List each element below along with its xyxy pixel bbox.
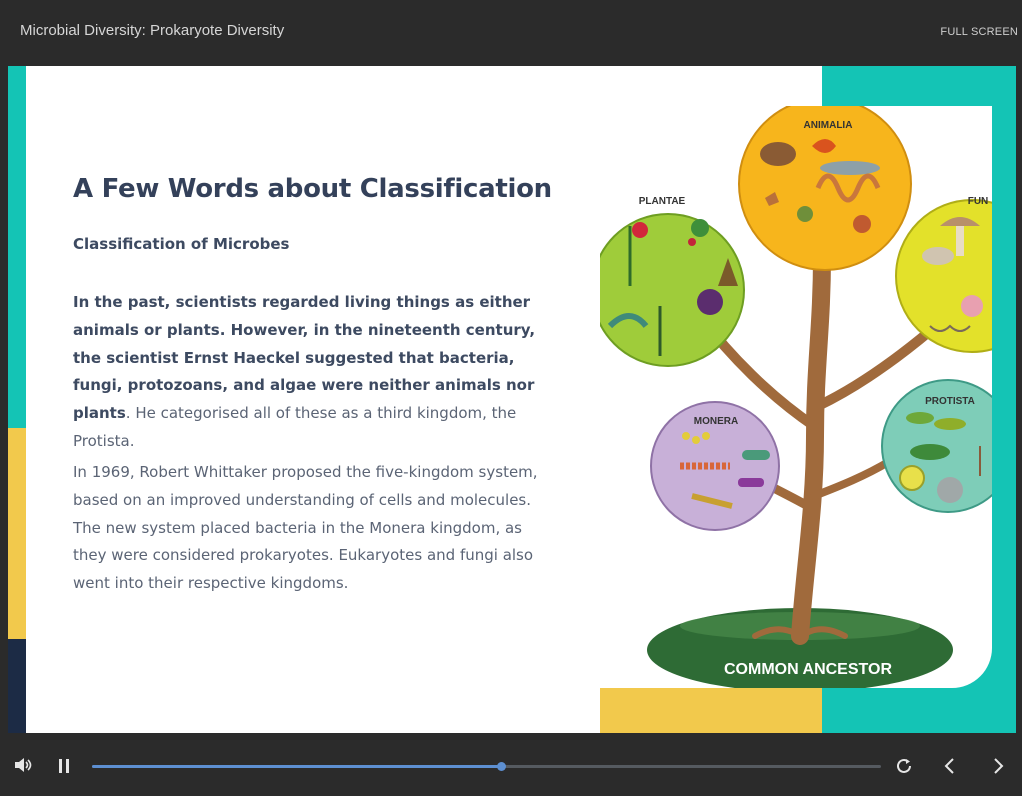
slide-subheading: Classification of Microbes bbox=[73, 235, 290, 253]
chevron-left-icon[interactable] bbox=[942, 757, 958, 779]
top-bar: Microbial Diversity: Prokaryote Diversit… bbox=[0, 0, 1022, 66]
slide-canvas: A Few Words about Classification Classif… bbox=[8, 66, 1016, 733]
paragraph-1-rest: . He categorised all of these as a third… bbox=[73, 404, 517, 450]
label-protista: PROTISTA bbox=[925, 396, 975, 407]
yellow-block bbox=[600, 688, 822, 733]
stripe-navy bbox=[8, 639, 26, 733]
replay-icon[interactable] bbox=[895, 757, 913, 779]
label-animalia: ANIMALIA bbox=[804, 120, 853, 131]
progress-bar[interactable] bbox=[92, 762, 881, 771]
slide-heading: A Few Words about Classification bbox=[73, 174, 552, 204]
course-title: Microbial Diversity: Prokaryote Diversit… bbox=[20, 22, 285, 39]
tree-of-life-illustration: ANIMALIA PLANTAE FUN MONERA PROTISTA COM… bbox=[600, 106, 992, 688]
plantae-bubble bbox=[600, 213, 745, 367]
pause-icon[interactable] bbox=[58, 758, 70, 778]
fullscreen-button[interactable]: FULL SCREEN bbox=[940, 26, 1018, 38]
volume-icon[interactable] bbox=[14, 757, 32, 777]
fungi-bubble bbox=[895, 199, 992, 353]
label-common-ancestor: COMMON ANCESTOR bbox=[724, 661, 892, 678]
progress-knob[interactable] bbox=[496, 762, 506, 771]
paragraph-2: In 1969, Robert Whittaker proposed the f… bbox=[73, 463, 538, 593]
paragraph-1-bold: In the past, scientists regarded living … bbox=[73, 293, 536, 423]
player-controls bbox=[0, 733, 1022, 796]
tree-svg: ANIMALIA PLANTAE FUN MONERA PROTISTA COM… bbox=[600, 106, 992, 688]
label-fungi: FUN bbox=[968, 196, 989, 207]
stripe-yellow bbox=[8, 428, 26, 639]
label-monera: MONERA bbox=[694, 416, 738, 427]
progress-fill bbox=[92, 765, 501, 768]
label-plantae: PLANTAE bbox=[639, 196, 686, 207]
stripe-teal bbox=[8, 66, 26, 428]
paragraph-1: In the past, scientists regarded living … bbox=[73, 289, 553, 456]
chevron-right-icon[interactable] bbox=[990, 757, 1006, 779]
